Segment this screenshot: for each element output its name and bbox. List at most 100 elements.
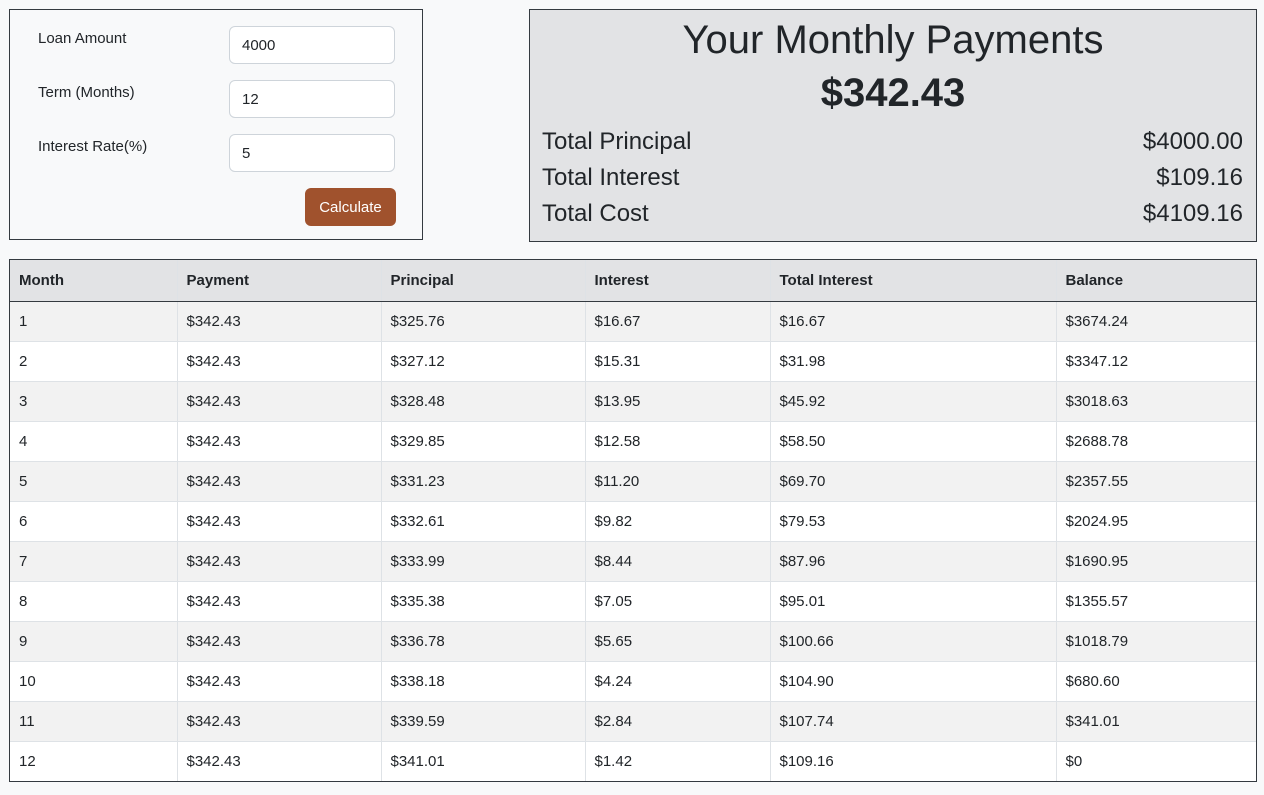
table-row: 2 $342.43 $327.12 $15.31 $31.98 $3347.12 xyxy=(10,341,1256,382)
cell-total-interest: $95.01 xyxy=(770,581,1057,622)
cell-month: 7 xyxy=(10,541,178,582)
cell-total-interest: $104.90 xyxy=(770,661,1057,702)
cell-total-interest: $87.96 xyxy=(770,541,1057,582)
cell-balance: $2024.95 xyxy=(1056,501,1256,542)
interest-rate-label: Interest Rate(%) xyxy=(38,138,148,155)
cell-month: 6 xyxy=(10,501,178,542)
cell-principal: $341.01 xyxy=(381,741,586,781)
cell-payment: $342.43 xyxy=(177,581,382,622)
cell-payment: $342.43 xyxy=(177,461,382,502)
total-cost-value: $4109.16 xyxy=(1142,200,1243,227)
term-label: Term (Months) xyxy=(38,84,135,101)
cell-balance: $341.01 xyxy=(1056,701,1256,742)
cell-month: 8 xyxy=(10,581,178,622)
total-interest-label: Total Interest xyxy=(542,164,680,191)
cell-interest: $13.95 xyxy=(585,381,771,422)
cell-total-interest: $45.92 xyxy=(770,381,1057,422)
cell-balance: $2688.78 xyxy=(1056,421,1256,462)
table-body: 1 $342.43 $325.76 $16.67 $16.67 $3674.24 2 $342… xyxy=(10,301,1256,781)
table-row: 5 $342.43 $331.23 $11.20 $69.70 $2357.55 xyxy=(10,461,1256,502)
total-interest-value: $109.16 xyxy=(1156,164,1243,191)
cell-month: 9 xyxy=(10,621,178,662)
cell-total-interest: $16.67 xyxy=(770,301,1057,342)
column-header-payment: Payment xyxy=(177,260,382,302)
cell-interest: $1.42 xyxy=(585,741,771,781)
calculate-button[interactable]: Calculate xyxy=(305,188,396,226)
cell-balance: $3347.12 xyxy=(1056,341,1256,382)
cell-payment: $342.43 xyxy=(177,621,382,662)
cell-payment: $342.43 xyxy=(177,701,382,742)
cell-payment: $342.43 xyxy=(177,301,382,342)
cell-total-interest: $109.16 xyxy=(770,741,1057,781)
cell-total-interest: $107.74 xyxy=(770,701,1057,742)
cell-balance: $2357.55 xyxy=(1056,461,1256,502)
summary-title: Your Monthly Payments xyxy=(682,18,1104,62)
cell-interest: $7.05 xyxy=(585,581,771,622)
cell-interest: $9.82 xyxy=(585,501,771,542)
cell-principal: $335.38 xyxy=(381,581,586,622)
table-row: 9 $342.43 $336.78 $5.65 $100.66 $1018.79 xyxy=(10,621,1256,662)
table-row: 3 $342.43 $328.48 $13.95 $45.92 $3018.63 xyxy=(10,381,1256,422)
interest-rate-input[interactable] xyxy=(229,134,395,172)
cell-balance: $3674.24 xyxy=(1056,301,1256,342)
cell-principal: $329.85 xyxy=(381,421,586,462)
cell-interest: $2.84 xyxy=(585,701,771,742)
monthly-payment-amount: $342.43 xyxy=(820,71,966,115)
column-header-month: Month xyxy=(10,260,178,302)
cell-payment: $342.43 xyxy=(177,661,382,702)
cell-interest: $5.65 xyxy=(585,621,771,662)
cell-balance: $1018.79 xyxy=(1056,621,1256,662)
cell-payment: $342.43 xyxy=(177,741,382,781)
interest-rate-row: Interest Rate(%) xyxy=(10,134,422,174)
cell-balance: $0 xyxy=(1056,741,1256,781)
term-row: Term (Months) xyxy=(10,80,422,120)
table-row: 11 $342.43 $339.59 $2.84 $107.74 $341.01 xyxy=(10,701,1256,742)
loan-form-panel: Loan Amount Term (Months) Interest Rate(… xyxy=(9,9,423,240)
summary-panel: Your Monthly Payments $342.43 Total Prin… xyxy=(529,9,1257,242)
column-header-principal: Principal xyxy=(381,260,586,302)
cell-payment: $342.43 xyxy=(177,381,382,422)
cell-interest: $8.44 xyxy=(585,541,771,582)
total-principal-value: $4000.00 xyxy=(1142,128,1243,155)
term-input[interactable] xyxy=(229,80,395,118)
cell-principal: $338.18 xyxy=(381,661,586,702)
cell-month: 11 xyxy=(10,701,178,742)
column-header-total-interest: Total Interest xyxy=(770,260,1057,302)
cell-month: 2 xyxy=(10,341,178,382)
cell-payment: $342.43 xyxy=(177,341,382,382)
cell-total-interest: $79.53 xyxy=(770,501,1057,542)
loan-amount-row: Loan Amount xyxy=(10,26,422,66)
cell-balance: $3018.63 xyxy=(1056,381,1256,422)
amortization-table-container: Month Payment Principal Interest Total Inter… xyxy=(9,259,1257,782)
cell-principal: $333.99 xyxy=(381,541,586,582)
amortization-table: Month Payment Principal Interest Total Inter… xyxy=(10,260,1256,781)
cell-principal: $331.23 xyxy=(381,461,586,502)
cell-month: 4 xyxy=(10,421,178,462)
table-row: 8 $342.43 $335.38 $7.05 $95.01 $1355.57 xyxy=(10,581,1256,622)
cell-principal: $327.12 xyxy=(381,341,586,382)
table-row: 1 $342.43 $325.76 $16.67 $16.67 $3674.24 xyxy=(10,301,1256,342)
cell-balance: $680.60 xyxy=(1056,661,1256,702)
cell-total-interest: $100.66 xyxy=(770,621,1057,662)
loan-amount-label: Loan Amount xyxy=(38,30,127,47)
table-row: 6 $342.43 $332.61 $9.82 $79.53 $2024.95 xyxy=(10,501,1256,542)
cell-payment: $342.43 xyxy=(177,501,382,542)
cell-principal: $336.78 xyxy=(381,621,586,662)
cell-month: 5 xyxy=(10,461,178,502)
cell-month: 1 xyxy=(10,301,178,342)
cell-interest: $12.58 xyxy=(585,421,771,462)
total-cost-line: Total Cost $4109.16 xyxy=(542,197,1243,231)
cell-interest: $15.31 xyxy=(585,341,771,382)
cell-interest: $4.24 xyxy=(585,661,771,702)
total-cost-label: Total Cost xyxy=(542,200,649,227)
table-row: 7 $342.43 $333.99 $8.44 $87.96 $1690.95 xyxy=(10,541,1256,582)
cell-total-interest: $58.50 xyxy=(770,421,1057,462)
column-header-interest: Interest xyxy=(585,260,771,302)
table-row: 12 $342.43 $341.01 $1.42 $109.16 $0 xyxy=(10,741,1256,781)
column-header-balance: Balance xyxy=(1056,260,1256,302)
cell-principal: $339.59 xyxy=(381,701,586,742)
table-row: 4 $342.43 $329.85 $12.58 $58.50 $2688.78 xyxy=(10,421,1256,462)
table-header-row: Month Payment Principal Interest Total Inter… xyxy=(10,260,1256,302)
loan-amount-input[interactable] xyxy=(229,26,395,64)
loan-calculator-app: Loan Amount Term (Months) Interest Rate(… xyxy=(0,0,1264,795)
